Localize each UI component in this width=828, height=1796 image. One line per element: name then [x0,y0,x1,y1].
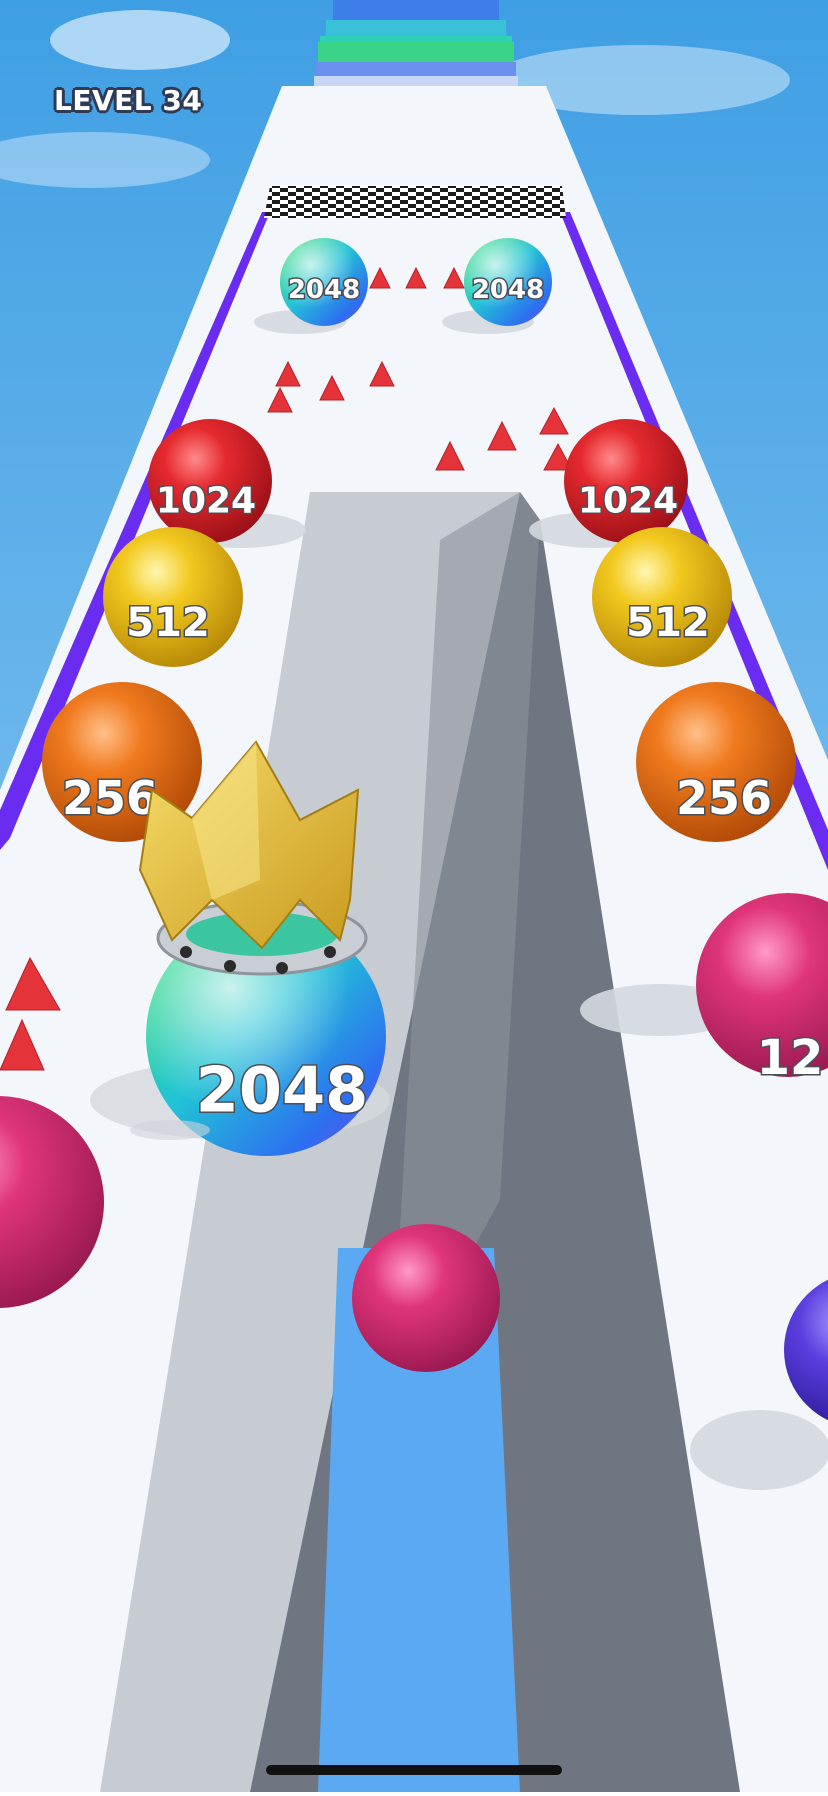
player-ball-value: 2048 [196,1054,369,1127]
ball-value: 512 [126,600,210,646]
game-scene[interactable]: 2048 2048 1024 1024 512 512 256 256 12 2… [0,0,828,1792]
ball-value: 1024 [578,481,678,522]
ball-value: 1024 [156,481,256,522]
ball-2048-left: 2048 [280,238,368,326]
ball-pink-falling [352,1224,500,1372]
ball-value: 256 [676,771,772,825]
ball-2048-right: 2048 [464,238,552,326]
ball-value: 2048 [472,275,544,305]
cloud [50,10,230,70]
ball-512-left: 512 [103,527,243,667]
finish-stairs [314,0,518,86]
ball-1024-right: 1024 [564,419,688,543]
finish-line [264,186,566,218]
level-indicator: LEVEL 34 [54,84,203,117]
ball-1024-left: 1024 [148,419,272,543]
ball-256-right: 256 [636,682,796,842]
ball-value: 12 [757,1030,824,1086]
ball-512-right: 512 [592,527,732,667]
home-indicator[interactable] [266,1765,562,1775]
ball-value: 256 [62,771,158,825]
ball-value: 512 [626,600,710,646]
ball-value: 2048 [288,275,360,305]
